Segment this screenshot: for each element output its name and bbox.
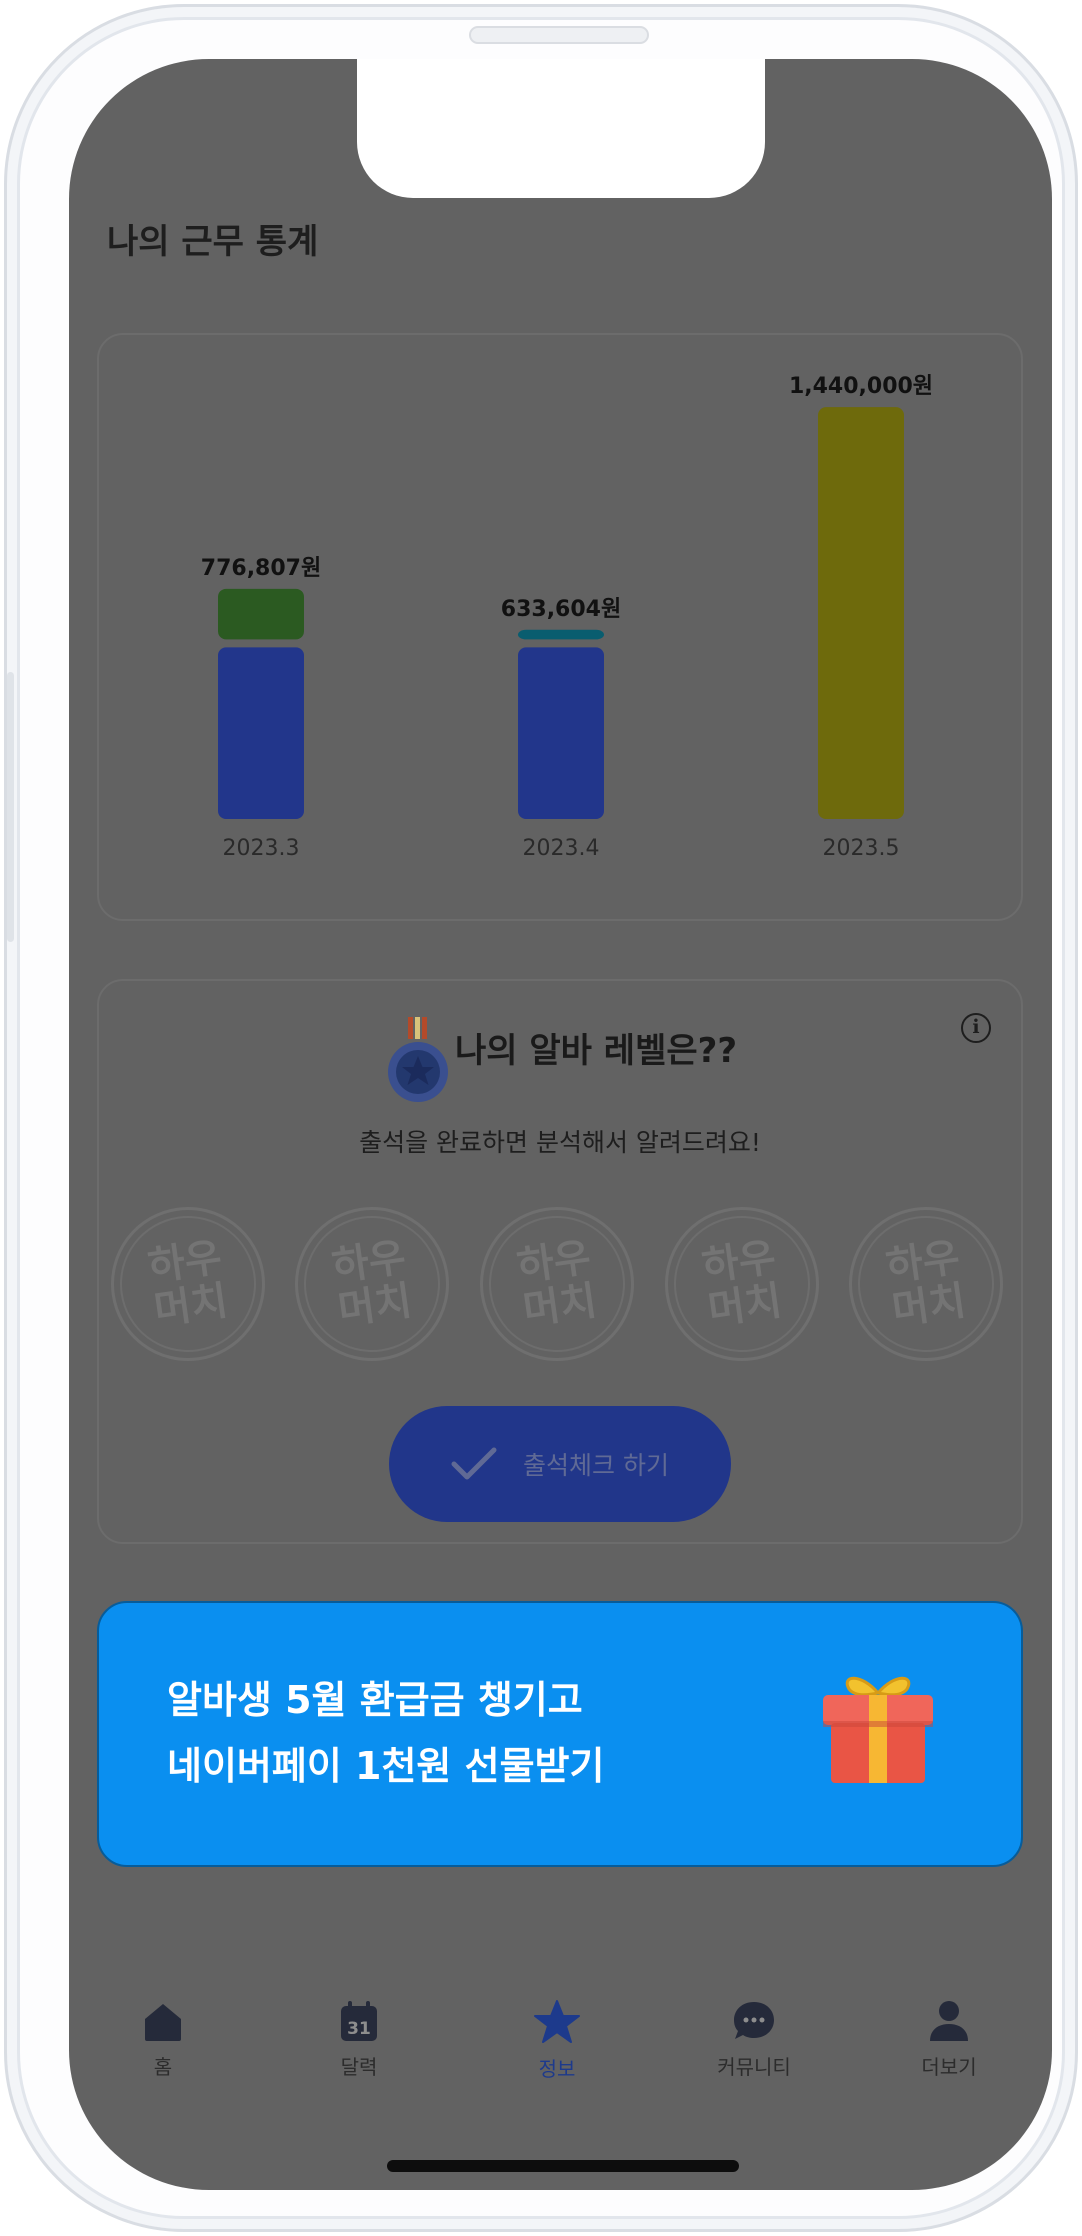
work-stats-chart-card: 776,807원 2023.3 633,604원 2023.4 1,440,000원 20… bbox=[97, 333, 1023, 921]
home-icon bbox=[145, 2004, 181, 2041]
medal-icon bbox=[388, 1017, 448, 1102]
bar-segment bbox=[218, 588, 304, 640]
tab-info[interactable]: 정보 bbox=[487, 1999, 627, 2082]
home-indicator bbox=[387, 2160, 739, 2172]
bar-segment bbox=[218, 647, 304, 819]
tab-label-more: 더보기 bbox=[921, 2055, 977, 2079]
attendance-check-label: 출석체크 하기 bbox=[523, 1451, 669, 1480]
x-tick-label: 2023.3 bbox=[223, 836, 300, 861]
person-icon bbox=[930, 2001, 968, 2041]
promo-line-2: 네이버페이 1천원 선물받기 bbox=[167, 1744, 605, 1788]
tab-home[interactable]: 홈 bbox=[93, 1999, 233, 2080]
star-icon bbox=[534, 2000, 580, 2043]
bar-total-label: 776,807원 bbox=[201, 556, 321, 581]
attendance-stamp: 하우 머치 bbox=[470, 1197, 644, 1371]
tab-calendar[interactable]: 31 달력 bbox=[289, 1999, 429, 2080]
refund-promo-banner[interactable]: 알바생 5월 환급금 챙기고 네이버페이 1천원 선물받기 bbox=[97, 1601, 1023, 1867]
info-icon[interactable]: i bbox=[961, 1013, 991, 1043]
alba-level-card: 나의 알바 레벨은?? i 출석을 완료하면 분석해서 알려드려요! 하우 머치… bbox=[97, 979, 1023, 1544]
tab-community[interactable]: 커뮤니티 bbox=[684, 1999, 824, 2080]
attendance-stamp: 하우 머치 bbox=[839, 1197, 1013, 1371]
tab-label-info: 정보 bbox=[538, 2057, 576, 2081]
bar-segment bbox=[518, 629, 604, 640]
work-stats-chart: 776,807원 2023.3 633,604원 2023.4 1,440,000원 20… bbox=[201, 374, 933, 861]
bar-segment bbox=[818, 407, 904, 819]
level-title: 나의 알바 레벨은?? bbox=[455, 1031, 738, 1071]
attendance-stamp: 하우 머치 bbox=[101, 1197, 275, 1371]
notch bbox=[357, 59, 765, 198]
x-tick-label: 2023.4 bbox=[523, 836, 600, 861]
side-button bbox=[7, 672, 14, 942]
check-icon bbox=[451, 1447, 497, 1480]
chat-icon bbox=[734, 2002, 774, 2039]
attendance-check-button[interactable]: 출석체크 하기 bbox=[389, 1406, 731, 1522]
page-title: 나의 근무 통계 bbox=[107, 222, 319, 262]
calendar-icon: 31 bbox=[341, 2001, 377, 2041]
tab-label-calendar: 달력 bbox=[340, 2055, 378, 2079]
tab-label-home: 홈 bbox=[153, 2055, 173, 2079]
level-subtitle: 출석을 완료하면 분석해서 알려드려요! bbox=[359, 1128, 761, 1157]
tab-label-community: 커뮤니티 bbox=[717, 2055, 791, 2079]
attendance-stamp: 하우 머치 bbox=[285, 1197, 459, 1371]
screen: 나의 근무 통계 776,807원 2023.3 633,604원 2023.4 1,4… bbox=[69, 59, 1052, 2190]
promo-line-1: 알바생 5월 환급금 챙기고 bbox=[167, 1678, 583, 1722]
calendar-badge: 31 bbox=[347, 2019, 371, 2039]
bar-segment bbox=[518, 647, 604, 819]
bottom-tab-bar: 홈 31 달력 정보 커뮤니티 더보기 bbox=[69, 1999, 1052, 2119]
bar-total-label: 1,440,000원 bbox=[789, 374, 933, 399]
bar-total-label: 633,604원 bbox=[501, 597, 621, 622]
attendance-stamp: 하우 머치 bbox=[655, 1197, 829, 1371]
gift-icon bbox=[823, 1676, 933, 1783]
x-tick-label: 2023.5 bbox=[823, 836, 900, 861]
phone-frame: 나의 근무 통계 776,807원 2023.3 633,604원 2023.4 1,4… bbox=[4, 4, 1078, 2232]
tab-more[interactable]: 더보기 bbox=[879, 1999, 1019, 2080]
speaker-grille bbox=[469, 26, 649, 44]
